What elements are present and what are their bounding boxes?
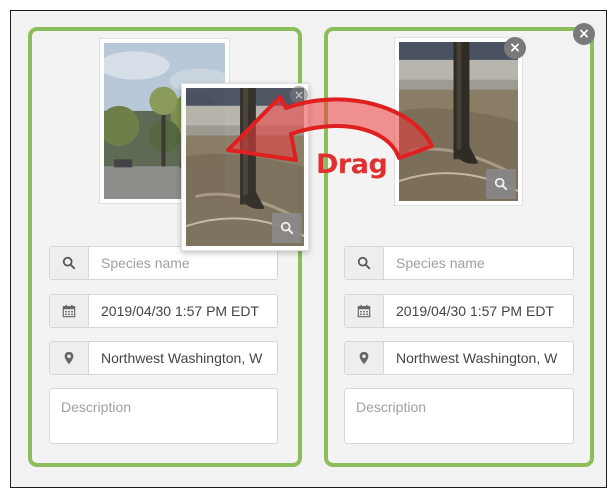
drag-label: Drag bbox=[316, 149, 388, 180]
drag-arrow bbox=[226, 95, 434, 162]
